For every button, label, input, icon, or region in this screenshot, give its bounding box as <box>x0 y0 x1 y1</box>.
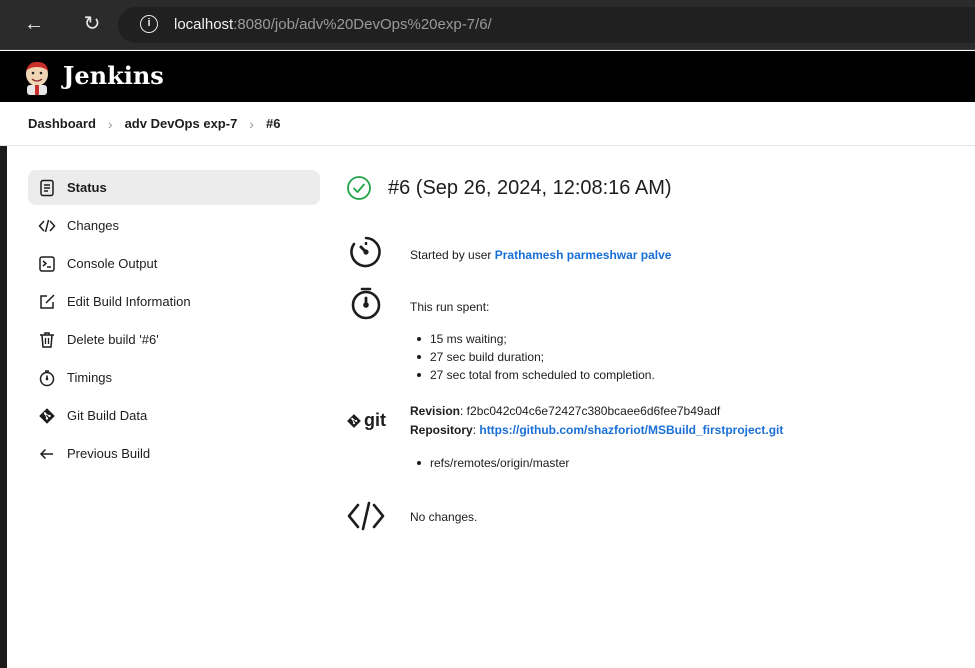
user-link[interactable]: Prathamesh parmeshwar palve <box>495 248 672 262</box>
git-logo-icon: git <box>346 410 386 431</box>
breadcrumb: Dashboard › adv DevOps exp-7 › #6 <box>0 102 975 146</box>
sidebar-item-changes[interactable]: Changes <box>28 208 320 243</box>
jenkins-header: Jenkins <box>0 51 975 102</box>
sidebar-item-label: Timings <box>67 370 113 385</box>
timer-icon <box>37 368 57 388</box>
sidebar-item-console-output[interactable]: Console Output <box>28 246 320 281</box>
sidebar-item-timings[interactable]: Timings <box>28 360 320 395</box>
revision-line: Revision: f2bc042c04c6e72427c380bcaee6d6… <box>410 404 720 418</box>
list-item: 27 sec total from scheduled to completio… <box>410 366 655 384</box>
window-edge <box>0 146 7 668</box>
jenkins-logo-icon[interactable] <box>20 59 54 95</box>
address-bar[interactable]: i localhost:8080/job/adv%20DevOps%20exp-… <box>118 7 975 43</box>
chevron-right-icon: › <box>249 115 254 132</box>
git-label: git <box>364 410 386 430</box>
list-item: refs/remotes/origin/master <box>410 454 569 472</box>
sidebar-item-status[interactable]: Status <box>28 170 320 205</box>
duration-list: 15 ms waiting; 27 sec build duration; 27… <box>410 330 655 384</box>
stopwatch-user-icon <box>350 236 381 268</box>
sidebar-item-label: Changes <box>67 218 120 233</box>
breadcrumb-build[interactable]: #6 <box>266 116 280 131</box>
sidebar-item-label: Edit Build Information <box>67 294 191 309</box>
sidebar: Status Changes Console Output Edit Build… <box>28 170 320 474</box>
breadcrumb-dashboard[interactable]: Dashboard <box>28 116 96 131</box>
url-text[interactable]: localhost:8080/job/adv%20DevOps%20exp-7/… <box>174 16 492 33</box>
repository-label: Repository <box>410 423 473 437</box>
sidebar-item-label: Delete build '#6' <box>67 332 159 347</box>
git-diamond-icon <box>347 413 361 428</box>
repository-line: Repository: https://github.com/shazforio… <box>410 423 784 437</box>
no-changes-text: No changes. <box>410 510 478 524</box>
sidebar-item-label: Previous Build <box>67 446 151 461</box>
info-icon[interactable]: i <box>140 15 158 33</box>
code-icon <box>37 216 57 236</box>
build-title: #6 (Sep 26, 2024, 12:08:16 AM) <box>388 176 672 199</box>
success-check-icon <box>347 176 371 200</box>
run-spent-label: This run spent: <box>410 300 490 314</box>
sidebar-item-label: Status <box>67 180 107 195</box>
sidebar-item-edit-build[interactable]: Edit Build Information <box>28 284 320 319</box>
sidebar-item-previous-build[interactable]: Previous Build <box>28 436 320 471</box>
list-item: 27 sec build duration; <box>410 348 655 366</box>
main-content: #6 (Sep 26, 2024, 12:08:16 AM) Started b… <box>346 170 975 531</box>
timer-icon <box>351 287 381 320</box>
chevron-right-icon: › <box>107 115 113 132</box>
git-diamond-icon <box>37 406 57 426</box>
branch-list: refs/remotes/origin/master <box>410 454 569 472</box>
browser-toolbar: ← ↻ i localhost:8080/job/adv%20DevOps%20… <box>0 0 975 50</box>
list-item: 15 ms waiting; <box>410 330 655 348</box>
code-icon <box>347 501 385 531</box>
sidebar-item-label: Git Build Data <box>67 408 148 423</box>
repository-link[interactable]: https://github.com/shazforiot/MSBuild_fi… <box>479 423 783 437</box>
revision-value: : f2bc042c04c6e72427c380bcaee6d6fee7b49a… <box>460 404 721 418</box>
document-icon <box>37 178 57 198</box>
back-arrow-icon[interactable]: ← <box>22 12 46 36</box>
brand-name[interactable]: Jenkins <box>63 61 164 90</box>
edit-icon <box>37 292 57 312</box>
build-title-row: #6 (Sep 26, 2024, 12:08:16 AM) <box>346 170 975 206</box>
sidebar-item-label: Console Output <box>67 256 158 271</box>
arrow-left-icon <box>37 444 57 464</box>
breadcrumb-job[interactable]: adv DevOps exp-7 <box>125 116 238 131</box>
reload-icon[interactable]: ↻ <box>80 12 104 36</box>
sidebar-item-delete-build[interactable]: Delete build '#6' <box>28 322 320 357</box>
trash-icon <box>37 330 57 350</box>
terminal-icon <box>37 254 57 274</box>
started-by-text: Started by user Prathamesh parmeshwar pa… <box>410 248 672 262</box>
revision-label: Revision <box>410 404 461 418</box>
sidebar-item-git-build-data[interactable]: Git Build Data <box>28 398 320 433</box>
